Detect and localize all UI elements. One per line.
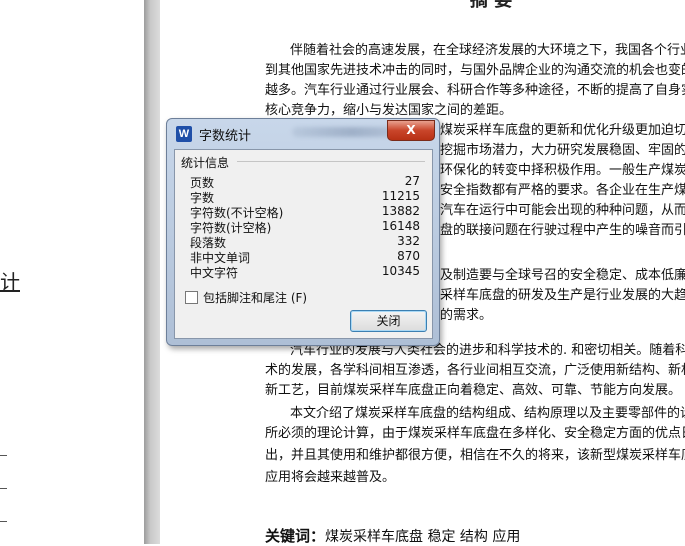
dialog-titlebar[interactable]: W 字数统计 X <box>167 119 439 147</box>
close-button[interactable]: 关闭 <box>350 310 427 332</box>
document-line: 汽车在运行中可能会出现的种种问题，从而 <box>440 203 685 218</box>
document-line: 本文介绍了煤炭采样车底盘的结构组成、结构原理以及主要零部件的设 <box>290 406 685 421</box>
document-line: 采样车底盘的研发及生产是行业发展的大趋 <box>440 288 685 303</box>
stat-value: 16148 <box>381 219 420 233</box>
stat-row-non-chinese-words: 非中文单词 870 <box>190 249 420 265</box>
document-line: 煤炭采样车底盘的更新和优化升级更加迫切 <box>440 123 685 138</box>
keywords-label: 关键词： <box>265 527 326 545</box>
document-line: 盘的联接问题在行驶过程中产生的噪音而引 <box>440 223 685 238</box>
document-line: 新工艺，目前煤炭采样车底盘正向着稳定、高效、可靠、节能方向发展。 <box>265 383 682 398</box>
document-line: 伴随着社会的高速发展，在全球经济发展的大环境之下，我国各个行业 <box>290 43 685 58</box>
wps-writer-icon: W <box>176 126 192 142</box>
document-line: 术的发展，各学科间相互渗透，各行业间相互交流，广泛使用新结构、新材 <box>265 363 685 378</box>
page-text-fragment: 计 <box>0 270 20 294</box>
document-line: 挖掘市场潜力，大力研究发展稳固、牢固的 <box>440 143 685 158</box>
stat-value: 27 <box>404 174 420 188</box>
stat-label: 中文字符 <box>190 266 239 280</box>
document-line: 安全指数都有严格的要求。各企业在生产煤 <box>440 183 685 198</box>
document-line: 到其他国家先进技术冲击的同时，与国外品牌企业的沟通交流的机会也变的 <box>265 63 685 78</box>
document-line: 出，并且其使用和维护都很方便，相信在不久的将来，该新型煤炭采样车底 <box>265 448 685 463</box>
stat-value: 13882 <box>381 204 420 218</box>
dialog-title: 字数统计 <box>199 129 252 144</box>
stat-row-chars-no-spaces: 字符数(不计空格) 13882 <box>190 204 420 220</box>
stat-value: 870 <box>397 249 420 263</box>
stat-row-pages: 页数 27 <box>190 174 420 190</box>
stat-row-chinese-chars: 中文字符 10345 <box>190 264 420 280</box>
checkbox-label: 包括脚注和尾注 (F) <box>203 291 308 305</box>
group-divider <box>237 161 425 162</box>
checkbox-box[interactable] <box>185 291 198 304</box>
stat-value: 10345 <box>381 264 420 278</box>
document-line: 的需求。 <box>440 308 493 323</box>
document-line: 所必须的理论计算，由于煤炭采样车底盘在多样化、安全稳定方面的优点日 <box>265 426 685 441</box>
stat-row-chars-with-spaces: 字符数(计空格) 16148 <box>190 219 420 235</box>
page-rule <box>0 521 7 522</box>
keywords-value: 煤炭采样车底盘 稳定 结构 应用 <box>325 529 521 545</box>
abstract-title: 摘 要 <box>470 0 513 11</box>
close-icon[interactable]: X <box>387 120 435 141</box>
page-rule <box>0 455 7 456</box>
stat-value: 332 <box>397 234 420 248</box>
document-line: 应用将会越来越普及。 <box>265 470 396 485</box>
include-footnotes-checkbox[interactable]: 包括脚注和尾注 (F) <box>185 289 307 306</box>
keywords-line: 关键词：煤炭采样车底盘 稳定 结构 应用 <box>265 525 520 546</box>
word-count-dialog: W 字数统计 X 统计信息 页数 27 字数 11215 字符数(不计空格) 1… <box>166 118 440 346</box>
stat-value: 11215 <box>381 189 420 203</box>
document-line: 及制造要与全球号召的安全稳定、成本低廉 <box>440 268 685 283</box>
statistics-group-label: 统计信息 <box>181 156 230 170</box>
document-line: 环保化的转变中择积极作用。一般生产煤炭 <box>440 163 685 178</box>
stat-row-words: 字数 11215 <box>190 189 420 205</box>
stat-row-paragraphs: 段落数 332 <box>190 234 420 250</box>
page-rule <box>0 488 7 489</box>
document-line: 越多。汽车行业通过行业展会、科研合作等多种途径，不断的提高了自身实 <box>265 83 685 98</box>
previous-page: 计 <box>0 0 144 544</box>
page-gutter <box>144 0 160 544</box>
dialog-content: 统计信息 页数 27 字数 11215 字符数(不计空格) 13882 字符数(… <box>174 149 433 339</box>
